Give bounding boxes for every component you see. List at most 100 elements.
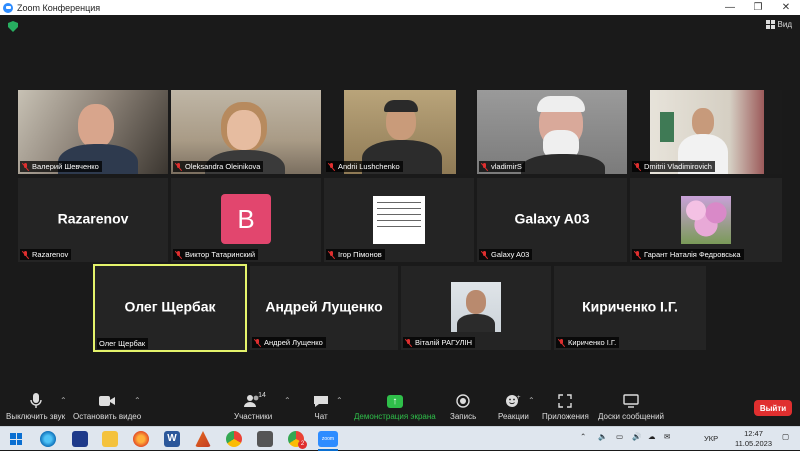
top-strip: Вид — [0, 15, 800, 37]
participant-name-label: Dmitrii Vladimirovich — [632, 161, 715, 172]
notifications-icon[interactable]: ▢ — [782, 432, 789, 441]
security-shield-icon[interactable] — [8, 21, 18, 32]
participant-center-name: Galaxy A03 — [514, 210, 590, 227]
grid-view-icon — [765, 20, 775, 29]
svg-text:+: + — [517, 395, 521, 401]
mic-muted-icon — [634, 162, 641, 171]
calculator-icon[interactable] — [257, 431, 273, 447]
reactions-button[interactable]: + Реакции — [498, 392, 529, 421]
record-icon — [456, 392, 470, 410]
input-language[interactable]: УКР — [704, 434, 718, 443]
participant-center-name: Razarenov — [57, 210, 129, 227]
video-tile[interactable]: Oleksandra Oleinikova — [171, 90, 321, 174]
share-screen-icon: ↑ — [386, 394, 403, 408]
mic-muted-icon — [405, 338, 412, 347]
participant-center-name: Олег Щербак — [124, 298, 216, 315]
participants-icon: 14 — [243, 392, 266, 410]
clock-time: 12:47 — [744, 429, 763, 438]
matlab-icon[interactable] — [195, 431, 211, 447]
chrome-profile-icon[interactable]: 2 — [288, 431, 307, 449]
window-title: Zoom Конференция — [17, 2, 101, 13]
mail-icon[interactable]: ✉ — [664, 432, 670, 441]
smile-icon: + — [505, 392, 521, 410]
system-clock[interactable]: 12:47 11.05.2023 — [735, 429, 772, 449]
maximize-button[interactable]: ❐ — [744, 0, 772, 15]
stop-video-button[interactable]: Остановить видео — [73, 392, 141, 421]
avatar: B — [221, 194, 271, 244]
video-camera-icon — [98, 392, 116, 410]
participant-name-label: Виктор Татаринский — [173, 249, 259, 260]
reactions-options-caret-icon[interactable]: ⌃ — [528, 396, 535, 405]
mic-muted-icon — [22, 250, 29, 259]
audio-options-caret-icon[interactable]: ⌃ — [60, 396, 67, 405]
zoom-app-icon[interactable]: zoom — [318, 431, 338, 447]
mic-muted-icon — [175, 162, 182, 171]
participant-name-label: Віталій РАГУЛІН — [403, 337, 476, 348]
microphone-icon — [29, 392, 43, 410]
record-button[interactable]: Запись — [450, 392, 476, 421]
video-tile-active-speaker[interactable]: Олег Щербак Олег Щербак — [93, 264, 247, 352]
close-button[interactable]: ✕ — [772, 0, 800, 15]
participant-name-label: Валерий Шевченко — [20, 161, 102, 172]
video-tile[interactable]: Віталій РАГУЛІН — [401, 266, 551, 350]
profile-picture — [451, 282, 501, 332]
firefox-icon[interactable] — [133, 431, 149, 447]
view-button[interactable]: Вид — [765, 20, 792, 29]
windows-taskbar: W 2 zoom ⌃ 🔈 ▭ 🔊 ☁ ✉ УКР 12:47 11.05.202… — [0, 426, 800, 451]
video-tile[interactable]: Валерий Шевченко — [18, 90, 168, 174]
video-tile[interactable]: Андрей Лущенко Андрей Лущенко — [250, 266, 398, 350]
speaker-icon[interactable]: 🔈 — [598, 432, 607, 441]
title-bar: Zoom Конференция — ❐ ✕ — [0, 0, 800, 15]
whiteboard-icon — [623, 392, 639, 410]
participant-name-label: Ігор Пімонов — [326, 249, 385, 260]
mic-muted-icon — [254, 338, 261, 347]
participants-button[interactable]: 14 Участники — [234, 392, 272, 421]
tray-chevron-icon[interactable]: ⌃ — [580, 432, 586, 441]
video-tile[interactable]: Dmitrii Vladimirovich — [630, 90, 782, 174]
view-label: Вид — [777, 20, 792, 29]
file-explorer-icon[interactable] — [102, 431, 118, 447]
onedrive-icon[interactable]: ☁ — [648, 432, 656, 441]
mic-muted-icon — [558, 338, 565, 347]
participant-name-label: Galaxy A03 — [479, 249, 533, 260]
edge-browser-icon[interactable] — [40, 431, 56, 447]
participant-name-label: Олег Щербак — [97, 338, 149, 349]
mic-muted-icon — [481, 250, 488, 259]
apps-button[interactable]: Приложения — [542, 392, 589, 421]
clock-date: 11.05.2023 — [735, 439, 772, 448]
mic-muted-icon — [22, 162, 29, 171]
apps-icon — [558, 392, 573, 410]
meeting-toolbar: Выключить звук ⌃ Остановить видео ⌃ 14 У… — [0, 388, 800, 426]
video-tile[interactable]: Razarenov Razarenov — [18, 178, 168, 262]
video-tile[interactable]: Ігор Пімонов — [324, 178, 474, 262]
chrome-icon[interactable] — [226, 431, 242, 447]
video-tile[interactable]: Кириченко І.Г. Кириченко І.Г. — [554, 266, 706, 350]
notification-badge: 2 — [298, 440, 307, 449]
video-tile[interactable]: vladimirS — [477, 90, 627, 174]
zoom-window: Zoom Конференция — ❐ ✕ Вид Валерий Шевче… — [0, 0, 800, 451]
participants-options-caret-icon[interactable]: ⌃ — [284, 396, 291, 405]
mic-muted-icon — [328, 250, 335, 259]
volume-icon[interactable]: 🔊 — [632, 432, 641, 441]
video-options-caret-icon[interactable]: ⌃ — [134, 396, 141, 405]
video-tile[interactable]: B Виктор Татаринский — [171, 178, 321, 262]
chat-icon — [313, 392, 329, 410]
participant-center-name: Андрей Лущенко — [265, 298, 383, 315]
share-screen-button[interactable]: ↑ Демонстрация экрана — [354, 392, 436, 421]
start-windows-icon[interactable] — [10, 433, 22, 445]
word-icon[interactable]: W — [164, 431, 180, 447]
chat-button[interactable]: Чат — [313, 392, 329, 421]
leave-button[interactable]: Выйти — [754, 400, 792, 416]
chat-options-caret-icon[interactable]: ⌃ — [336, 396, 343, 405]
participant-name-label: Andrii Lushchenko — [326, 161, 403, 172]
whiteboards-button[interactable]: Доски сообщений — [598, 392, 664, 421]
minimize-button[interactable]: — — [716, 0, 744, 15]
profile-picture-document — [373, 196, 425, 244]
network-icon[interactable]: ▭ — [616, 432, 623, 441]
participant-center-name: Кириченко І.Г. — [582, 298, 678, 315]
video-tile[interactable]: Гарант Наталія Федровська — [630, 178, 782, 262]
video-tile[interactable]: Galaxy A03 Galaxy A03 — [477, 178, 627, 262]
video-tile[interactable]: Andrii Lushchenko — [324, 90, 474, 174]
app-shield-icon[interactable] — [72, 431, 88, 447]
mute-button[interactable]: Выключить звук — [6, 392, 65, 421]
